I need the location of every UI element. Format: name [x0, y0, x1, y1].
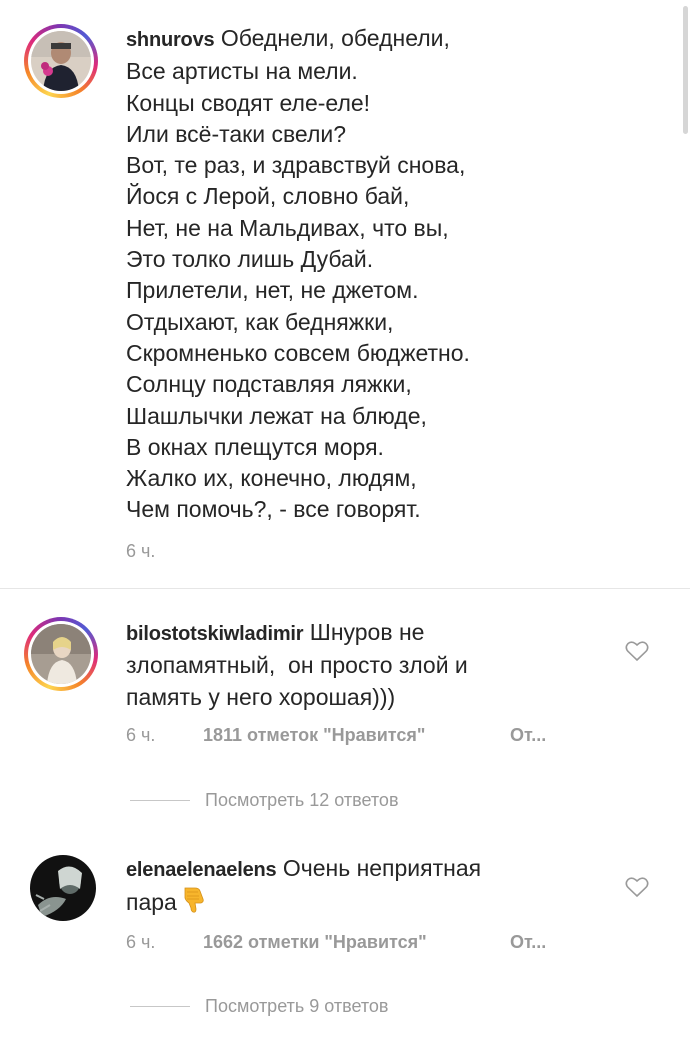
comment-text-line: Шнуров не [309, 619, 425, 645]
comment-username[interactable]: elenaelenaelens [126, 859, 277, 881]
heart-outline-icon[interactable] [625, 876, 649, 898]
caption-line: Шашлычки лежат на блюде, [126, 402, 427, 429]
likes-count[interactable]: 1662 отметки "Нравится" [203, 932, 427, 953]
caption-line: Скромненько совсем бюджетно. [126, 339, 470, 366]
comment-text-line: пара [126, 889, 177, 916]
caption-line: Чем помочь?, - все говорят. [126, 496, 421, 523]
caption-line: Йося с Лерой, словно бай, [126, 183, 410, 210]
caption-line: Все артисты на мели. [126, 58, 358, 85]
avatar[interactable] [31, 624, 91, 684]
comment-timestamp: 6 ч. [126, 932, 156, 952]
comment-text: bilostotskiwladimir Шнуров не злопамятны… [126, 617, 468, 713]
caption-text: shnurovs Обеднели, обеднели, Все артисты… [126, 23, 470, 526]
comment-timestamp: 6 ч. [126, 725, 156, 745]
avatar[interactable] [31, 31, 91, 91]
caption-line: Обеднели, обеднели, [220, 25, 450, 51]
post-caption: shnurovs Обеднели, обеднели, Все артисты… [0, 0, 690, 588]
caption-line: Прилетели, нет, не джетом. [126, 277, 419, 304]
avatar[interactable] [30, 855, 96, 921]
reply-button[interactable]: От... [510, 932, 546, 953]
caption-line: В окнах плещутся моря. [126, 433, 384, 460]
replies-divider [130, 1006, 190, 1007]
post-timestamp: 6 ч. [126, 541, 156, 561]
avatar-story-ring[interactable] [24, 617, 98, 691]
caption-divider [0, 588, 690, 589]
reply-button[interactable]: От... [510, 725, 546, 746]
avatar-story-ring[interactable] [24, 24, 98, 98]
view-replies-button[interactable]: Посмотреть 9 ответов [205, 996, 389, 1017]
caption-line: Или всё-таки свели? [126, 120, 347, 147]
scrollbar[interactable] [683, 6, 688, 134]
comment-text-line: Очень неприятная [282, 855, 482, 881]
caption-line: Солнцу подставляя ляжки, [126, 371, 412, 398]
caption-line: Это толко лишь Дубай. [126, 246, 374, 273]
caption-line: Жалко их, конечно, людям, [126, 465, 417, 492]
caption-line: Отдыхают, как бедняжки, [126, 308, 394, 335]
thumbs-down-icon [181, 886, 207, 922]
caption-line: Вот, те раз, и здравствуй снова, [126, 152, 466, 179]
comment-username[interactable]: bilostotskiwladimir [126, 623, 304, 645]
post-username[interactable]: shnurovs [126, 29, 215, 51]
likes-count[interactable]: 1811 отметок "Нравится" [203, 725, 425, 746]
replies-divider [130, 800, 190, 801]
caption-line: Нет, не на Мальдивах, что вы, [126, 214, 449, 241]
view-replies-button[interactable]: Посмотреть 12 ответов [205, 790, 399, 811]
comment-text: elenaelenaelens Очень неприятная пара [126, 853, 481, 923]
comment-text-line: память у него хорошая))) [126, 683, 396, 710]
caption-line: Концы сводят еле-еле! [126, 89, 371, 116]
heart-outline-icon[interactable] [625, 640, 649, 662]
comment-text-line: злопамятный, он просто злой и [126, 652, 468, 679]
